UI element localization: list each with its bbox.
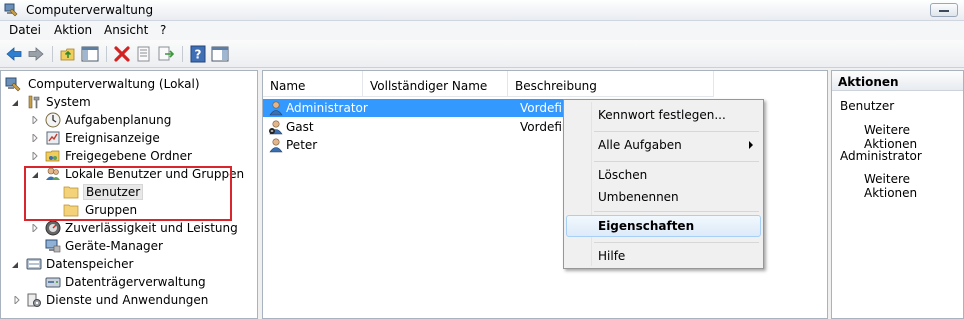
console-tree: Computerverwaltung (Lokal) System Aufgab… <box>0 70 258 319</box>
tree-item-datenspeicher[interactable]: Datenspeicher <box>1 255 251 273</box>
toolbar-separator <box>52 46 53 62</box>
tree-item-freigegebene-ordner[interactable]: Freigegebene Ordner <box>1 147 251 165</box>
menu-item-eigenschaften[interactable]: Eigenschaften <box>566 215 761 237</box>
toolbar-separator <box>182 46 183 62</box>
tree-item-zuverlaessigkeit[interactable]: Zuverlässigkeit und Leistung <box>1 219 251 237</box>
disk-management-icon <box>45 277 61 288</box>
column-header-description[interactable]: Beschreibung <box>508 71 714 97</box>
menu-bar: Datei Aktion Ansicht ? <box>0 21 964 40</box>
action-weitere-aktionen[interactable]: Weitere Aktionen <box>832 170 963 200</box>
expand-triangle-icon[interactable] <box>13 296 21 304</box>
clock-icon <box>45 112 61 128</box>
user-name: Peter <box>286 138 318 152</box>
minimize-button[interactable] <box>930 3 958 17</box>
user-name: Gast <box>286 120 314 134</box>
tree-item-datentraegerverwaltung[interactable]: Datenträgerverwaltung <box>1 273 251 291</box>
tree-item-geraete-manager[interactable]: Geräte-Manager <box>1 237 251 255</box>
forward-arrow-icon[interactable] <box>27 45 45 63</box>
tree-label: Zuverlässigkeit und Leistung <box>65 221 238 235</box>
user-icon <box>269 101 283 116</box>
system-tools-icon <box>28 95 40 109</box>
computer-management-icon <box>4 3 18 17</box>
menu-separator <box>594 161 759 162</box>
menu-item-hilfe[interactable]: Hilfe <box>566 245 761 267</box>
tree-item-aufgabenplanung[interactable]: Aufgabenplanung <box>1 111 251 129</box>
storage-icon <box>26 258 42 270</box>
up-folder-icon[interactable] <box>59 45 77 63</box>
menu-datei[interactable]: Datei <box>9 23 41 37</box>
user-icon <box>269 138 283 153</box>
title-bar: Computerverwaltung <box>0 0 964 21</box>
menu-aktion[interactable]: Aktion <box>54 23 92 37</box>
collapse-triangle-icon[interactable] <box>11 99 19 107</box>
menu-item-alle-aufgaben[interactable]: Alle Aufgaben <box>566 134 761 156</box>
expand-triangle-icon[interactable] <box>31 134 39 142</box>
toolbar: ? <box>0 40 964 68</box>
tree-item-ereignisanzeige[interactable]: Ereignisanzeige <box>1 129 251 147</box>
toolbar-separator <box>106 46 107 62</box>
action-weitere-aktionen[interactable]: Weitere Aktionen <box>832 121 963 151</box>
user-icon <box>269 120 283 135</box>
window-title: Computerverwaltung <box>26 3 154 17</box>
actions-header: Aktionen <box>832 71 963 91</box>
shared-folder-icon <box>45 150 60 162</box>
tree-label: Datenspeicher <box>46 257 134 271</box>
event-viewer-icon <box>46 131 60 145</box>
user-name: Administrator <box>286 101 368 115</box>
actions-section-benutzer[interactable]: Benutzer <box>832 96 963 116</box>
expand-triangle-icon[interactable] <box>31 224 39 232</box>
context-menu: Kennwort festlegen... Alle Aufgaben Lösc… <box>563 99 764 269</box>
expand-triangle-icon[interactable] <box>31 116 39 124</box>
computer-management-icon <box>5 77 21 92</box>
list-header: Name Vollständiger Name Beschreibung <box>263 71 714 97</box>
performance-icon <box>45 220 61 236</box>
menu-item-loeschen[interactable]: Löschen <box>566 164 761 186</box>
menu-item-kennwort-festlegen[interactable]: Kennwort festlegen... <box>566 104 761 126</box>
expand-triangle-icon[interactable] <box>31 152 39 160</box>
highlight-box <box>24 166 232 221</box>
menu-help[interactable]: ? <box>160 23 166 37</box>
svg-text:?: ? <box>195 48 202 62</box>
menu-separator <box>594 211 759 212</box>
tree-item-root[interactable]: Computerverwaltung (Lokal) <box>1 75 251 93</box>
device-manager-icon <box>45 239 61 253</box>
delete-icon[interactable] <box>113 45 131 63</box>
tree-label: Computerverwaltung (Lokal) <box>28 77 200 91</box>
menu-item-umbenennen[interactable]: Umbenennen <box>566 186 761 208</box>
back-arrow-icon[interactable] <box>5 45 23 63</box>
column-header-full-name[interactable]: Vollständiger Name <box>363 71 508 97</box>
tree-label: Dienste und Anwendungen <box>46 293 209 307</box>
collapse-triangle-icon[interactable] <box>11 261 19 269</box>
tree-item-dienste-und-anwendungen[interactable]: Dienste und Anwendungen <box>1 291 251 309</box>
show-hide-tree-icon[interactable] <box>81 45 99 63</box>
menu-ansicht[interactable]: Ansicht <box>104 23 148 37</box>
tree-label: Freigegebene Ordner <box>65 149 192 163</box>
export-icon[interactable] <box>157 45 175 63</box>
actions-pane: Aktionen Benutzer Weitere Aktionen Admin… <box>831 70 964 319</box>
actions-section-administrator[interactable]: Administrator <box>832 146 963 166</box>
tree-label: Ereignisanzeige <box>65 131 160 145</box>
tree-label: Geräte-Manager <box>65 239 163 253</box>
column-header-name[interactable]: Name <box>263 71 363 97</box>
services-icon <box>27 293 41 307</box>
tree-label: Aufgabenplanung <box>65 113 172 127</box>
help-icon[interactable]: ? <box>189 45 207 63</box>
tree-item-system[interactable]: System <box>1 93 251 111</box>
submenu-arrow-icon <box>749 141 753 149</box>
show-hide-action-pane-icon[interactable] <box>211 45 229 63</box>
properties-icon[interactable] <box>135 45 153 63</box>
tree-label: Datenträgerverwaltung <box>65 275 206 289</box>
menu-separator <box>594 131 759 132</box>
tree-label: System <box>46 95 91 109</box>
menu-separator <box>594 242 759 243</box>
